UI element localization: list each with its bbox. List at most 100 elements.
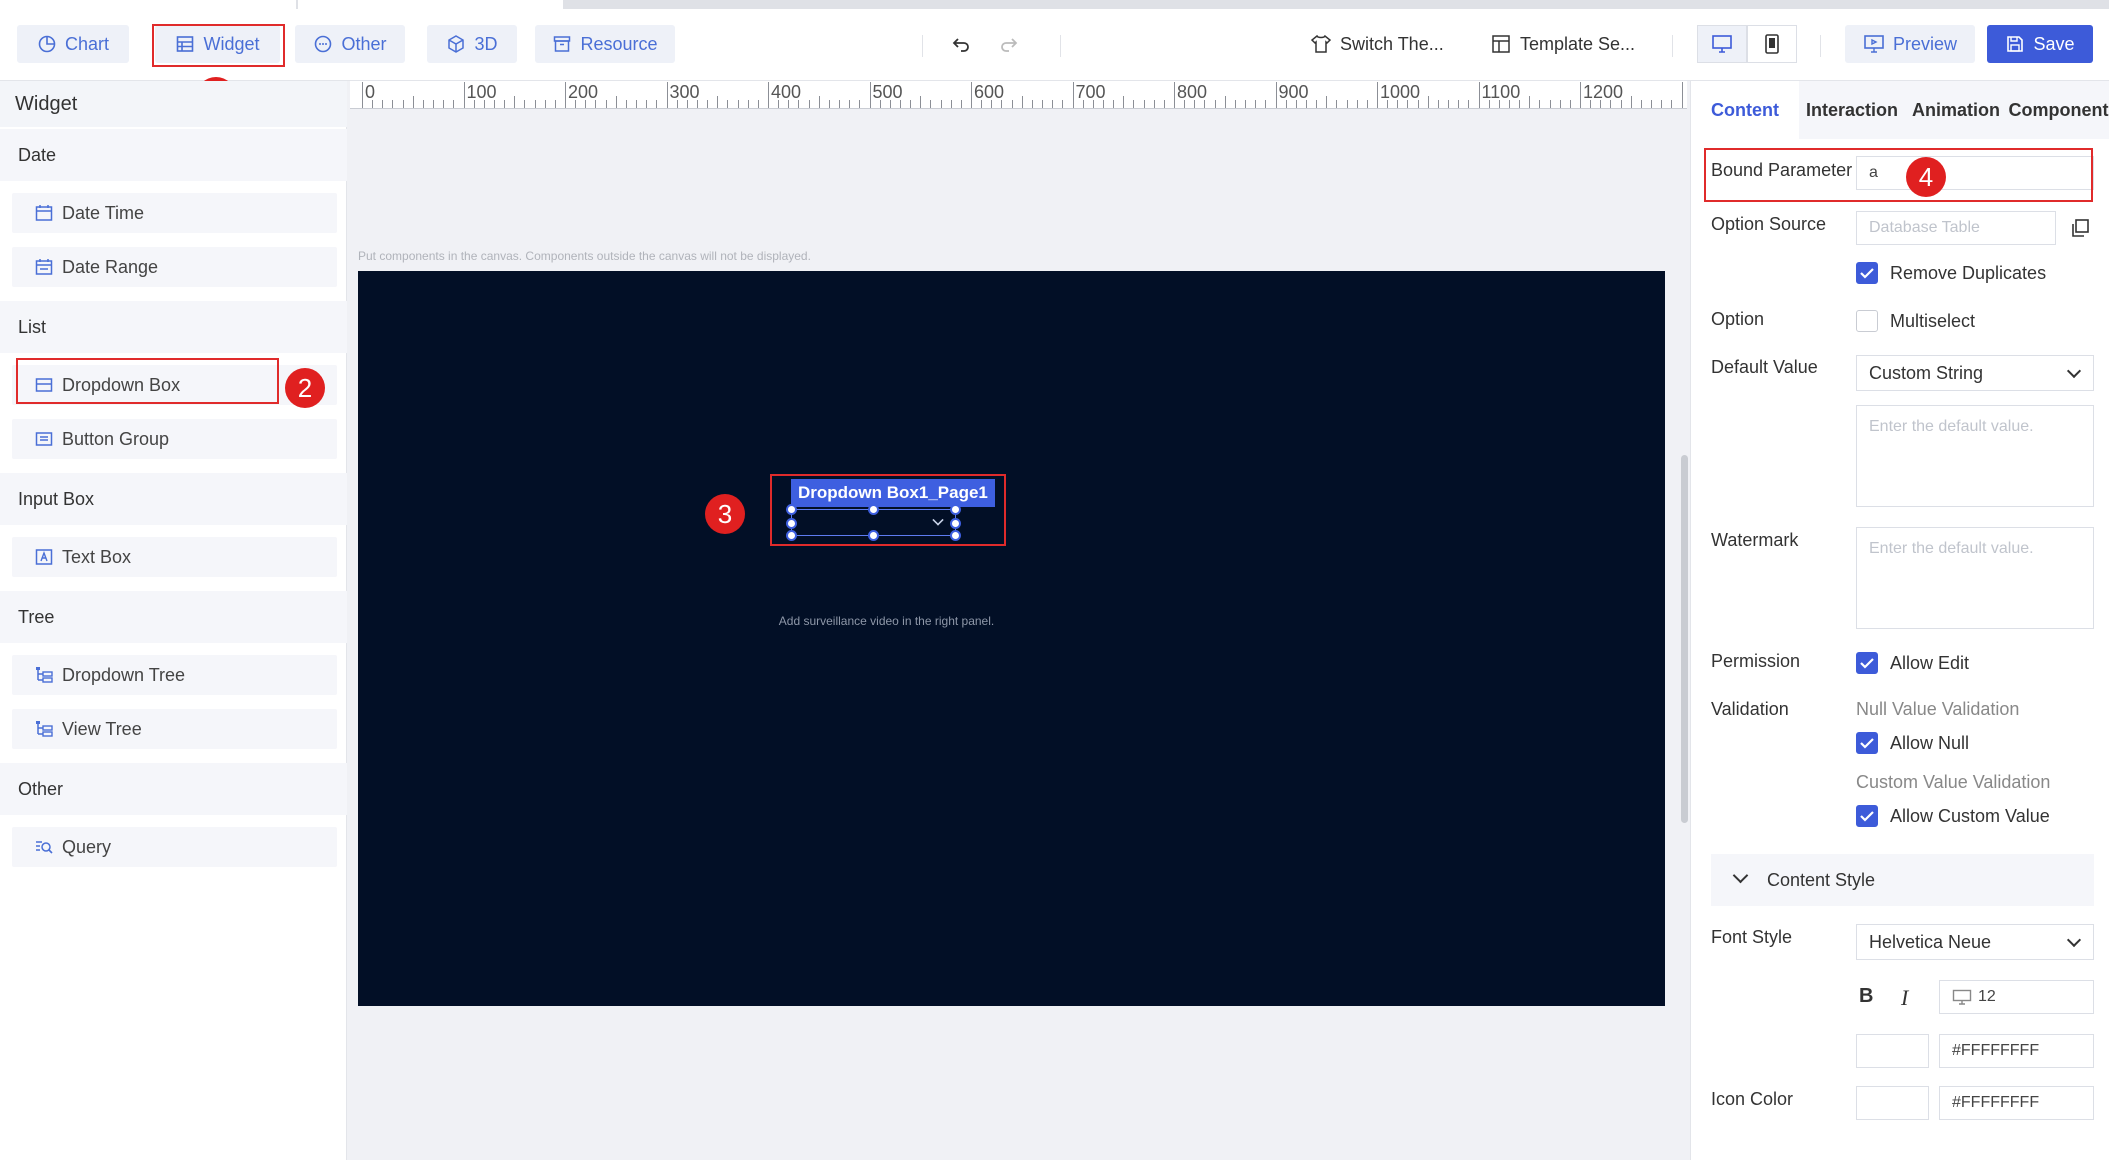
resize-handle[interactable]	[786, 518, 797, 529]
preview-button[interactable]: Preview	[1845, 25, 1975, 63]
toolbar-divider	[922, 35, 923, 57]
dashboard-canvas[interactable]: Dropdown Box1_Page1 Add surveillance vid…	[358, 271, 1665, 1006]
widget-icon	[177, 36, 194, 52]
ruler-tick	[859, 100, 861, 108]
bound-parameter-input[interactable]: a	[1856, 156, 2094, 190]
ruler-tick	[1234, 100, 1236, 108]
mobile-view-button[interactable]	[1747, 25, 1797, 63]
ruler-tick	[930, 100, 932, 108]
ruler-tick	[1448, 100, 1450, 108]
ruler-tick	[1224, 96, 1226, 108]
switch-theme-button[interactable]: Switch The...	[1310, 25, 1444, 63]
font-family-select[interactable]: Helvetica Neue	[1856, 924, 2094, 960]
ruler-tick	[828, 100, 830, 108]
toolbar-divider	[1820, 35, 1821, 57]
ruler-tick	[1630, 96, 1632, 108]
widget-query[interactable]: Query	[12, 827, 337, 867]
icon-color-swatch[interactable]	[1856, 1086, 1929, 1120]
ruler-tick	[1681, 82, 1683, 108]
default-value-textarea[interactable]: Enter the default value.	[1856, 405, 2094, 507]
redo-button[interactable]	[998, 25, 1020, 63]
canvas-scrollbar[interactable]	[1681, 455, 1688, 823]
watermark-textarea[interactable]: Enter the default value.	[1856, 527, 2094, 629]
ruler-tick	[636, 100, 638, 108]
content-style-section[interactable]: Content Style	[1711, 854, 2094, 906]
ruler-tick	[1255, 100, 1257, 108]
validation-label: Validation	[1711, 699, 1789, 719]
ruler-tick	[463, 82, 465, 108]
resize-handle[interactable]	[950, 518, 961, 529]
resize-handle[interactable]	[950, 504, 961, 515]
checkbox-checked-icon	[1856, 652, 1878, 674]
redo-icon	[1001, 38, 1018, 52]
tab-3d-label: 3D	[474, 33, 498, 54]
ruler-tick	[402, 100, 404, 108]
copy-icon[interactable]	[2069, 217, 2091, 239]
widget-date-range[interactable]: Date Range	[12, 247, 337, 287]
tab-resource[interactable]: Resource	[535, 25, 675, 63]
ruler-tick	[382, 100, 384, 108]
icon-color-label: Icon Color	[1711, 1089, 1794, 1109]
widget-label: Dropdown Box	[62, 374, 181, 395]
checkbox-unchecked-icon	[1856, 310, 1878, 332]
multiselect-checkbox[interactable]: Multiselect	[1856, 310, 1975, 332]
tab-animation[interactable]: Animation	[1905, 81, 2007, 139]
ruler-tick	[1163, 100, 1165, 108]
option-source-input[interactable]: Database Table	[1856, 211, 2056, 245]
ruler-tick	[1113, 100, 1115, 108]
save-button[interactable]: Save	[1987, 25, 2093, 63]
tab-content[interactable]: Content	[1691, 81, 1799, 139]
ruler-tick	[1539, 100, 1541, 108]
tab-component[interactable]: Component	[2007, 81, 2109, 139]
ruler-tick	[1458, 100, 1460, 108]
font-color-input[interactable]: #FFFFFFFF	[1939, 1034, 2094, 1068]
remove-duplicates-checkbox[interactable]: Remove Duplicates	[1856, 262, 2046, 284]
tab-3d[interactable]: 3D	[427, 25, 517, 63]
tab-chart[interactable]: Chart	[17, 25, 129, 63]
resize-handle[interactable]	[786, 504, 797, 515]
chevron-down-icon	[2066, 363, 2082, 379]
bold-button[interactable]: B	[1859, 985, 1873, 1008]
tab-other[interactable]: Other	[295, 25, 405, 63]
font-color-swatch[interactable]	[1856, 1034, 1929, 1068]
content-style-label: Content Style	[1767, 869, 1876, 890]
widget-view-tree[interactable]: View Tree	[12, 709, 337, 749]
annotation-badge-3: 3	[705, 494, 745, 534]
ruler-label: 200	[568, 82, 599, 102]
resize-handle[interactable]	[950, 530, 961, 541]
template-settings-button[interactable]: Template Se...	[1490, 25, 1635, 63]
template-icon	[1492, 35, 1510, 53]
undo-button[interactable]	[950, 25, 972, 63]
resize-handle[interactable]	[786, 530, 797, 541]
undo-icon	[952, 38, 969, 52]
widget-text-box[interactable]: Text Box	[12, 537, 337, 577]
permission-label: Permission	[1711, 651, 1801, 671]
section-tree: Tree	[0, 591, 347, 643]
italic-button[interactable]: I	[1901, 985, 1908, 1011]
ruler-label: 300	[669, 82, 700, 102]
resize-handle[interactable]	[868, 530, 879, 541]
ruler-tick	[1427, 96, 1429, 108]
font-size-input[interactable]: 12	[1939, 980, 2094, 1014]
ruler-tick	[1214, 100, 1216, 108]
tab-chart-label: Chart	[64, 33, 109, 54]
font-size-value: 12	[1978, 988, 1996, 1005]
widget-date-time[interactable]: Date Time	[12, 193, 337, 233]
widget-button-group[interactable]: Button Group	[12, 419, 337, 459]
ruler-tick	[443, 100, 445, 108]
tab-widget[interactable]: Widget	[155, 25, 280, 63]
default-value-selected: Custom String	[1869, 362, 1984, 383]
top-strip	[0, 0, 2109, 9]
icon-color-input[interactable]: #FFFFFFFF	[1939, 1086, 2094, 1120]
allow-null-checkbox[interactable]: Allow Null	[1856, 732, 1969, 754]
ruler-tick	[818, 96, 820, 108]
tab-interaction[interactable]: Interaction	[1799, 81, 1905, 139]
allow-edit-checkbox[interactable]: Allow Edit	[1856, 652, 1969, 674]
allow-custom-value-checkbox[interactable]: Allow Custom Value	[1856, 805, 2050, 827]
default-value-select[interactable]: Custom String	[1856, 355, 2094, 391]
widget-dropdown-tree[interactable]: Dropdown Tree	[12, 655, 337, 695]
resize-handle[interactable]	[868, 504, 879, 515]
dropdown-box-widget[interactable]	[786, 504, 961, 541]
desktop-view-button[interactable]	[1697, 25, 1747, 63]
ruler-tick	[1580, 82, 1581, 108]
